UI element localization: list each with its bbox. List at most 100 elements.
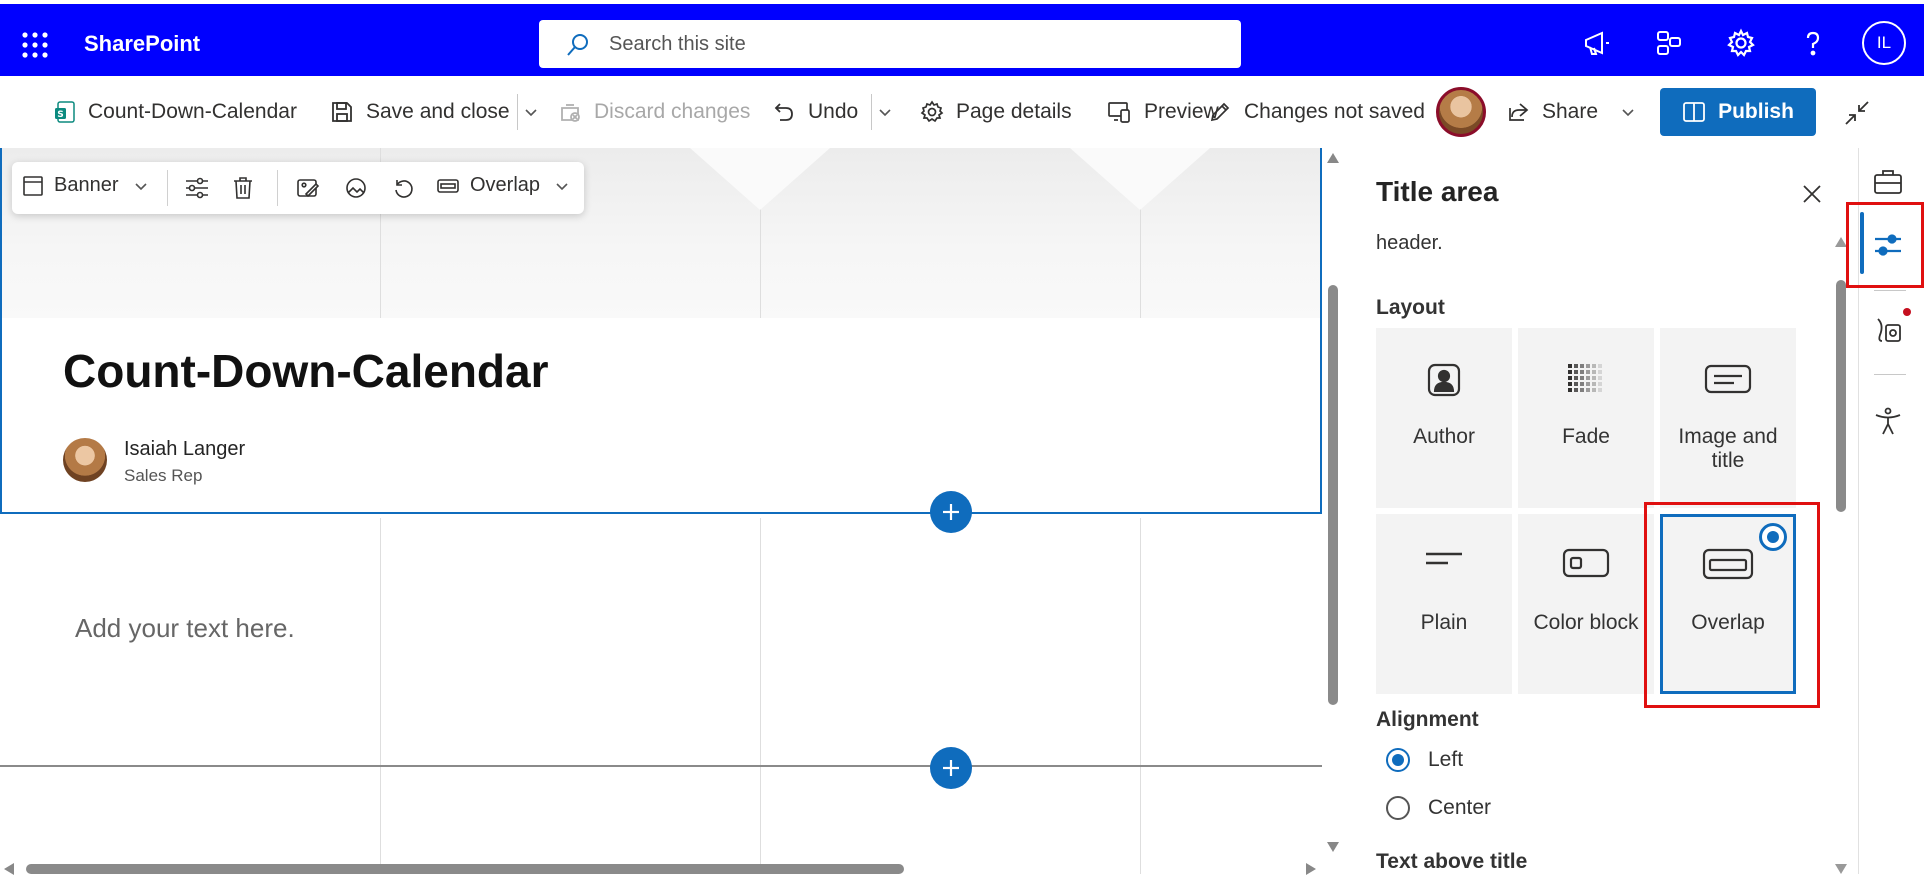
layout-option-color-block[interactable]: Color block bbox=[1518, 514, 1654, 694]
settings-gear-icon[interactable] bbox=[1726, 28, 1756, 58]
app-brand[interactable]: SharePoint bbox=[84, 31, 200, 57]
book-open-icon bbox=[1682, 101, 1718, 123]
divider bbox=[517, 94, 518, 130]
author-name: Isaiah Langer bbox=[124, 438, 246, 460]
publish-button[interactable]: Publish bbox=[1660, 88, 1816, 136]
focal-point-icon[interactable] bbox=[344, 176, 368, 200]
alignment-left-radio[interactable]: Left bbox=[1386, 748, 1463, 772]
properties-sliders-icon[interactable] bbox=[1872, 230, 1904, 260]
panel-title: Title area bbox=[1376, 176, 1499, 207]
panel-scroll-down-arrow-icon[interactable] bbox=[1835, 864, 1847, 874]
alignment-heading: Alignment bbox=[1376, 708, 1479, 731]
chevron-down-icon bbox=[133, 178, 149, 194]
radio-label: Center bbox=[1428, 796, 1492, 819]
undo-options-chevron-icon[interactable] bbox=[877, 104, 893, 120]
layout-option-plain[interactable]: Plain bbox=[1376, 514, 1512, 694]
search-icon bbox=[565, 32, 591, 58]
delete-trash-icon[interactable] bbox=[232, 176, 254, 200]
discard-changes-button[interactable]: Discard changes bbox=[558, 96, 750, 128]
text-above-title-heading: Text above title bbox=[1376, 850, 1528, 873]
author-photo bbox=[63, 438, 107, 482]
author-layout-icon bbox=[1426, 362, 1462, 398]
save-options-chevron-icon[interactable] bbox=[523, 104, 539, 120]
gear-icon bbox=[920, 100, 956, 124]
sharepoint-page-icon: S bbox=[54, 100, 88, 124]
close-icon[interactable] bbox=[1802, 184, 1822, 204]
scroll-right-arrow-icon[interactable] bbox=[1306, 863, 1316, 875]
overlap-layout-icon bbox=[436, 176, 460, 196]
banner-layout-icon bbox=[22, 175, 44, 197]
preview-devices-icon bbox=[1106, 100, 1144, 124]
megaphone-icon[interactable] bbox=[1582, 28, 1612, 58]
save-status-label: Changes not saved bbox=[1244, 100, 1425, 123]
layout-option-overlap[interactable]: Overlap bbox=[1660, 514, 1796, 694]
share-label: Share bbox=[1542, 100, 1599, 123]
radio-label: Left bbox=[1428, 748, 1464, 771]
search-input[interactable] bbox=[609, 30, 1209, 58]
sliders-icon[interactable] bbox=[184, 176, 210, 200]
layout-label: Color block bbox=[1533, 611, 1639, 634]
canvas-scroll-thumb[interactable] bbox=[1328, 285, 1338, 705]
plain-layout-icon bbox=[1424, 550, 1464, 570]
undo-label: Undo bbox=[808, 100, 859, 123]
layout-label: Author bbox=[1413, 425, 1475, 448]
page-canvas: Count-Down-Calendar Isaiah Langer Sales … bbox=[0, 148, 1322, 874]
radio-selected-icon bbox=[1386, 748, 1410, 772]
add-section-button[interactable] bbox=[930, 747, 972, 789]
scroll-down-arrow-icon[interactable] bbox=[1327, 842, 1339, 852]
share-network-icon[interactable] bbox=[1654, 28, 1684, 58]
page-details-label: Page details bbox=[956, 100, 1072, 123]
notification-dot bbox=[1903, 308, 1911, 316]
page-details-button[interactable]: Page details bbox=[920, 96, 1072, 128]
svg-text:S: S bbox=[57, 110, 63, 120]
layout-label: Image and title bbox=[1678, 425, 1778, 472]
design-ideas-icon[interactable] bbox=[1872, 315, 1904, 345]
layout-option-fade[interactable]: Fade bbox=[1518, 328, 1654, 508]
pencil-icon bbox=[1208, 100, 1244, 124]
section-divider bbox=[0, 765, 1322, 767]
layout-overlap-dropdown[interactable]: Overlap bbox=[436, 174, 570, 197]
help-icon[interactable] bbox=[1798, 28, 1828, 58]
panel-scroll-thumb[interactable] bbox=[1836, 280, 1846, 512]
coauthor-avatar[interactable] bbox=[1436, 87, 1486, 137]
page-name-item[interactable]: S Count-Down-Calendar bbox=[54, 96, 297, 128]
author-role: Sales Rep bbox=[124, 466, 203, 485]
collapse-icon[interactable] bbox=[1844, 100, 1870, 126]
site-search-box[interactable] bbox=[539, 20, 1241, 68]
alignment-center-radio[interactable]: Center bbox=[1386, 796, 1491, 820]
edit-image-icon[interactable] bbox=[296, 176, 320, 200]
scroll-left-arrow-icon[interactable] bbox=[4, 863, 14, 875]
selected-check-icon bbox=[1759, 523, 1787, 551]
text-webpart-placeholder[interactable]: Add your text here. bbox=[75, 613, 295, 644]
save-and-close-label: Save and close bbox=[366, 100, 510, 123]
reset-icon[interactable] bbox=[392, 176, 416, 200]
undo-icon bbox=[772, 100, 808, 124]
app-launcher-icon[interactable] bbox=[22, 32, 48, 58]
undo-button[interactable]: Undo bbox=[772, 96, 858, 128]
overlap-label: Overlap bbox=[470, 174, 541, 196]
layout-option-author[interactable]: Author bbox=[1376, 328, 1512, 508]
canvas-horizontal-scroll-thumb[interactable] bbox=[26, 864, 904, 874]
overlap-layout-icon bbox=[1702, 548, 1754, 580]
banner-label: Banner bbox=[54, 174, 119, 196]
save-and-close-button[interactable]: Save and close bbox=[330, 96, 510, 128]
user-avatar[interactable]: IL bbox=[1862, 21, 1906, 65]
layout-option-image-and-title[interactable]: Image and title bbox=[1660, 328, 1796, 508]
discard-changes-label: Discard changes bbox=[594, 100, 751, 123]
share-chevron-icon bbox=[1620, 104, 1648, 120]
preview-button[interactable]: Preview bbox=[1106, 96, 1219, 128]
layout-label: Fade bbox=[1562, 425, 1610, 448]
accessibility-icon[interactable] bbox=[1872, 406, 1904, 436]
panel-scroll-up-arrow-icon[interactable] bbox=[1835, 237, 1847, 247]
share-button[interactable]: Share bbox=[1506, 96, 1648, 128]
toolbox-briefcase-icon[interactable] bbox=[1872, 168, 1904, 196]
banner-dropdown[interactable]: Banner bbox=[22, 174, 149, 197]
layout-heading: Layout bbox=[1376, 296, 1445, 319]
scroll-up-arrow-icon[interactable] bbox=[1327, 153, 1339, 163]
image-and-title-layout-icon bbox=[1704, 364, 1752, 394]
page-name-label: Count-Down-Calendar bbox=[88, 100, 297, 123]
panel-description-fragment: header. bbox=[1376, 232, 1443, 254]
suite-bar: SharePoint IL bbox=[0, 0, 1924, 76]
page-title[interactable]: Count-Down-Calendar bbox=[63, 344, 549, 398]
add-section-button[interactable] bbox=[930, 491, 972, 533]
